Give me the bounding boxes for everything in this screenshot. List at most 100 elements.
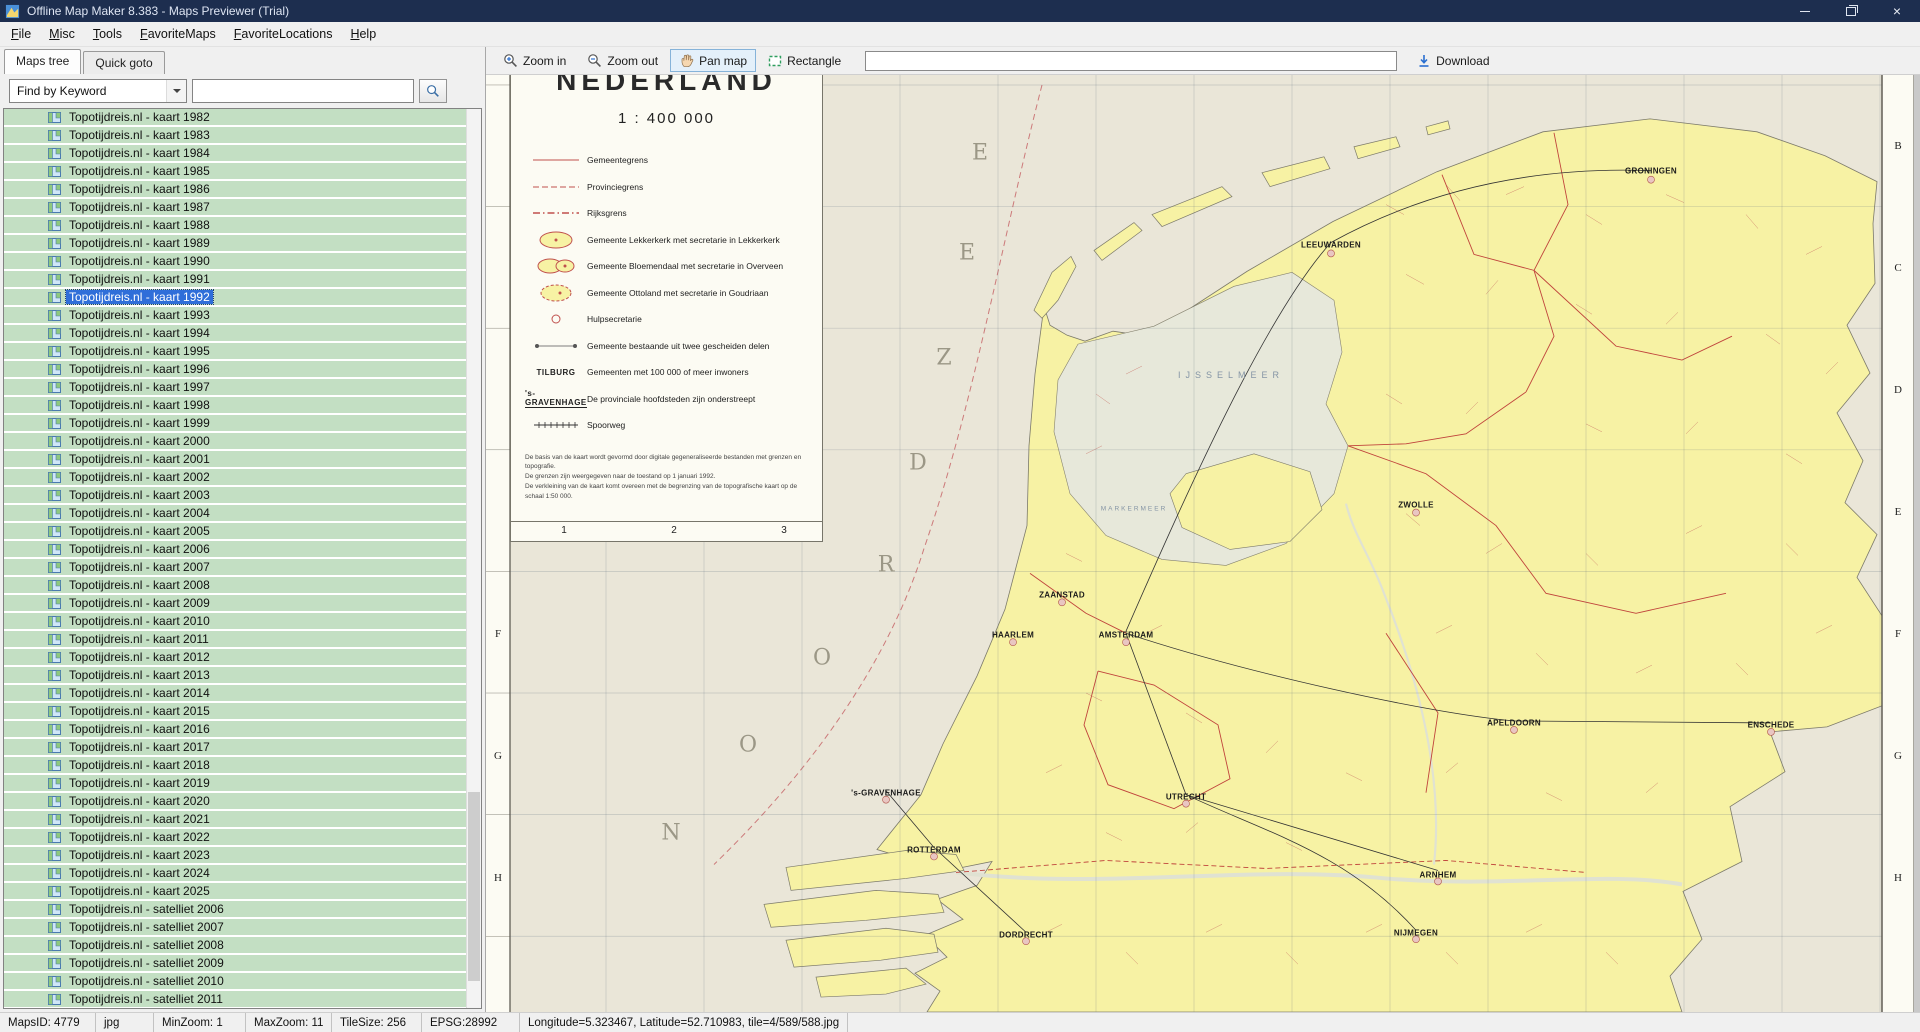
menu-item-favoritemaps[interactable]: FavoriteMaps [131,24,225,44]
city-label: 's-GRAVENHAGE [851,789,921,798]
tree-item[interactable]: Topotijdreis.nl - satelliet 2009 [4,955,481,973]
tree-item[interactable]: Topotijdreis.nl - kaart 1984 [4,145,481,163]
tree-item[interactable]: Topotijdreis.nl - kaart 2024 [4,865,481,883]
tree-item[interactable]: Topotijdreis.nl - kaart 2006 [4,541,481,559]
tab-maps-tree[interactable]: Maps tree [4,49,81,74]
tree-item[interactable]: Topotijdreis.nl - kaart 2009 [4,595,481,613]
menu-item-help[interactable]: Help [341,24,385,44]
chevron-down-icon[interactable] [166,80,186,102]
tree-item[interactable]: Topotijdreis.nl - kaart 2015 [4,703,481,721]
minimize-button[interactable] [1782,0,1828,22]
map-layer-icon [48,525,61,538]
map-layer-icon [48,399,61,412]
tree-item[interactable]: Topotijdreis.nl - kaart 1987 [4,199,481,217]
tab-quick-goto[interactable]: Quick goto [83,51,164,74]
search-button[interactable] [419,79,447,103]
menu-item-favoritelocations[interactable]: FavoriteLocations [225,24,342,44]
search-mode-value: Find by Keyword [17,84,106,98]
tree-item[interactable]: Topotijdreis.nl - kaart 2007 [4,559,481,577]
tree-item[interactable]: Topotijdreis.nl - kaart 1997 [4,379,481,397]
menu-item-file[interactable]: File [2,24,40,44]
tree-item[interactable]: Topotijdreis.nl - satelliet 2006 [4,901,481,919]
tree-item[interactable]: Topotijdreis.nl - kaart 2004 [4,505,481,523]
tree-item[interactable]: Topotijdreis.nl - kaart 1998 [4,397,481,415]
tree-item[interactable]: Topotijdreis.nl - kaart 1986 [4,181,481,199]
tree-item[interactable]: Topotijdreis.nl - kaart 1989 [4,235,481,253]
tree-item[interactable]: Topotijdreis.nl - kaart 2013 [4,667,481,685]
app-icon [5,4,20,19]
tree-item[interactable]: Topotijdreis.nl - kaart 1990 [4,253,481,271]
zoom-out-button[interactable]: Zoom out [578,49,667,72]
tree-item[interactable]: Topotijdreis.nl - kaart 2023 [4,847,481,865]
map-layer-icon [48,291,61,304]
zoom-in-button[interactable]: Zoom in [494,49,575,72]
tree-item[interactable]: Topotijdreis.nl - kaart 1991 [4,271,481,289]
tree-item-label: Topotijdreis.nl - kaart 1987 [66,200,213,214]
tree-item[interactable]: Topotijdreis.nl - kaart 1992 [4,289,481,307]
legend-symbol-line-dash [525,182,587,192]
tree-item[interactable]: Topotijdreis.nl - kaart 1988 [4,217,481,235]
tree-item[interactable]: Topotijdreis.nl - satelliet 2008 [4,937,481,955]
tree-item[interactable]: Topotijdreis.nl - kaart 2017 [4,739,481,757]
tree-item[interactable]: Topotijdreis.nl - kaart 1995 [4,343,481,361]
toolbar-input[interactable] [865,51,1397,71]
tree-item[interactable]: Topotijdreis.nl - satelliet 2011 [4,991,481,1009]
tree-item[interactable]: Topotijdreis.nl - kaart 2003 [4,487,481,505]
maximize-button[interactable] [1828,0,1874,22]
legend-symbol-blob-single [525,229,587,251]
tree-item[interactable]: Topotijdreis.nl - kaart 2019 [4,775,481,793]
grid-letter: H [494,872,502,884]
status-bar: MapsID: 4779 jpg MinZoom: 1 MaxZoom: 11 … [0,1012,1920,1032]
tree-item[interactable]: Topotijdreis.nl - kaart 1994 [4,325,481,343]
tree-item[interactable]: Topotijdreis.nl - kaart 2022 [4,829,481,847]
map-layer-icon [48,237,61,250]
sea-name-letter: R [878,553,895,578]
tree-item[interactable]: Topotijdreis.nl - kaart 2020 [4,793,481,811]
tree-item[interactable]: Topotijdreis.nl - kaart 2005 [4,523,481,541]
tree-item[interactable]: Topotijdreis.nl - kaart 2016 [4,721,481,739]
legend-symbol-line-solid [525,155,587,165]
map-layer-icon [48,795,61,808]
tree-item[interactable]: Topotijdreis.nl - kaart 2011 [4,631,481,649]
tree-item-label: Topotijdreis.nl - kaart 2013 [66,668,213,682]
map-layer-icon [48,903,61,916]
tree-item[interactable]: Topotijdreis.nl - kaart 2014 [4,685,481,703]
grid-numbers-strip: 123 [510,522,823,542]
map-view[interactable]: NOORDZEE IJSSELMEERMARKERMEER GRONINGENL… [486,75,1920,1012]
tree-item[interactable]: Topotijdreis.nl - kaart 2008 [4,577,481,595]
pan-map-button[interactable]: Pan map [670,49,756,72]
tree-item[interactable]: Topotijdreis.nl - kaart 1983 [4,127,481,145]
tree-item-label: Topotijdreis.nl - kaart 2025 [66,884,213,898]
search-mode-dropdown[interactable]: Find by Keyword [9,79,187,103]
tree-scrollbar-thumb[interactable] [468,792,480,981]
tree-item-label: Topotijdreis.nl - satelliet 2006 [66,902,227,916]
tree-item-label: Topotijdreis.nl - kaart 2014 [66,686,213,700]
tree-item[interactable]: Topotijdreis.nl - kaart 1993 [4,307,481,325]
tree-item[interactable]: Topotijdreis.nl - kaart 2021 [4,811,481,829]
close-button[interactable]: × [1874,0,1920,22]
tree-item[interactable]: Topotijdreis.nl - kaart 2018 [4,757,481,775]
tree-item[interactable]: Topotijdreis.nl - kaart 2000 [4,433,481,451]
tree-item[interactable]: Topotijdreis.nl - kaart 2001 [4,451,481,469]
tree-item-label: Topotijdreis.nl - kaart 1986 [66,182,213,196]
rectangle-button[interactable]: Rectangle [759,50,850,72]
tree-item-label: Topotijdreis.nl - kaart 1988 [66,218,213,232]
search-input[interactable] [192,79,414,103]
tree-item[interactable]: Topotijdreis.nl - kaart 2025 [4,883,481,901]
tree-item[interactable]: Topotijdreis.nl - kaart 2012 [4,649,481,667]
tree-item[interactable]: Topotijdreis.nl - kaart 1999 [4,415,481,433]
download-button[interactable]: Download [1408,50,1498,72]
tree-item[interactable]: Topotijdreis.nl - kaart 1985 [4,163,481,181]
tree-item-label: Topotijdreis.nl - kaart 1995 [66,344,213,358]
tree-item[interactable]: Topotijdreis.nl - kaart 2002 [4,469,481,487]
menu-item-tools[interactable]: Tools [84,24,131,44]
tree-item[interactable]: Topotijdreis.nl - kaart 1982 [4,109,481,127]
tree-item[interactable]: Topotijdreis.nl - satelliet 2010 [4,973,481,991]
tree-item-label: Topotijdreis.nl - kaart 1989 [66,236,213,250]
tree-item[interactable]: Topotijdreis.nl - kaart 1996 [4,361,481,379]
tree-item[interactable]: Topotijdreis.nl - kaart 2010 [4,613,481,631]
tree-scrollbar[interactable] [466,109,481,1008]
tree-item[interactable]: Topotijdreis.nl - satelliet 2007 [4,919,481,937]
map-layer-icon [48,921,61,934]
menu-item-misc[interactable]: Misc [40,24,84,44]
